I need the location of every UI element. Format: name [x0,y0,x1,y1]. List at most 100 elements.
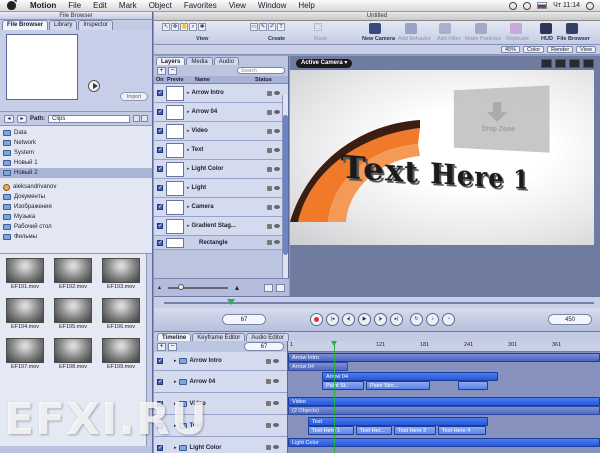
apple-icon[interactable] [7,0,17,10]
timeline-add-button[interactable]: + [157,342,166,351]
step-forward-button[interactable]: |▸ [374,313,387,326]
rectangle-tool-icon[interactable]: ▭ [250,23,258,31]
move-tool-icon[interactable]: ✥ [171,23,179,31]
layer-name[interactable]: ▸ Light [187,185,267,191]
mini-timeline[interactable] [154,296,600,308]
render-dropdown[interactable]: Render [547,46,574,53]
folder-item[interactable]: Музыка [0,212,152,222]
path-select[interactable]: Clips [48,114,130,123]
folder-item[interactable]: Новый 2 [0,168,152,178]
timeline-playhead[interactable] [331,341,337,453]
icon-view-button[interactable] [133,115,140,122]
visibility-icon[interactable] [273,379,279,383]
clip-thumbnail[interactable]: EF105.mov [54,298,92,332]
folder-item[interactable]: Документы [0,192,152,202]
track-bar-arrow-intro-sub[interactable]: Arrow 04 [288,362,348,371]
layer-row[interactable]: ▸Arrow 04 [154,103,288,122]
menu-help[interactable]: Help [292,0,320,12]
menu-clock[interactable]: Чт 11:14 [553,2,580,9]
clip-thumbnail[interactable]: EF107.mov [6,338,44,372]
folder-item[interactable]: Network [0,138,152,148]
paint-tool-icon[interactable]: ✐ [268,23,276,31]
menu-window[interactable]: Window [252,0,292,12]
tab-layers[interactable]: Layers [156,57,186,65]
disclosure-triangle-icon[interactable]: ▸ [174,358,177,364]
layer-enable-checkbox[interactable] [157,89,163,96]
lock-icon[interactable] [267,109,272,115]
clip-thumbnail[interactable]: EF104.mov [6,298,44,332]
visibility-icon[interactable] [274,109,280,114]
layer-name[interactable]: ▸ Light Color [187,166,267,172]
view-dropdown[interactable]: View [576,46,596,53]
layer-enable-checkbox[interactable] [157,165,163,172]
clip-thumbnail[interactable]: EF102.mov [54,258,92,292]
lock-icon[interactable] [267,147,272,153]
go-to-start-button[interactable]: |◂ [326,313,339,326]
layer-enable-checkbox[interactable] [157,222,163,229]
layer-enable-checkbox[interactable] [157,203,163,210]
spotlight-icon[interactable] [586,1,594,10]
layer-enable-checkbox[interactable] [157,108,163,115]
track-bar-text-2[interactable]: Text Her... [356,426,392,435]
timing-button[interactable]: ◔ [442,313,455,326]
zoom-tool-icon[interactable]: ⌕ [189,23,197,31]
track-bar-paint-1[interactable]: Paint St.. [322,381,364,390]
list-view-button[interactable] [141,115,148,122]
current-timecode[interactable]: 67 [222,314,266,325]
layer-row[interactable]: ▸Camera [154,198,288,217]
layers-option-button-1[interactable] [264,283,273,292]
layer-row[interactable]: ▸Text [154,141,288,160]
lock-icon[interactable] [267,223,272,229]
visibility-icon[interactable] [273,358,279,363]
layer-row[interactable]: Rectangle [154,236,288,250]
dolly-icon[interactable] [583,58,594,68]
lock-icon[interactable] [266,358,271,364]
tab-inspector[interactable]: Inspector [78,20,114,30]
clip-thumbnail[interactable]: EF101.mov [6,258,44,292]
bezier-tool-icon[interactable]: ✎ [259,23,267,31]
text-tool-icon[interactable]: T [277,23,285,31]
track-bar-text-1[interactable]: Text Here 1 [308,426,354,435]
lock-icon[interactable] [267,240,272,245]
disclosure-triangle-icon[interactable]: ▸ [187,204,190,210]
disclosure-triangle-icon[interactable]: ▸ [174,445,177,451]
file-browser-icon[interactable] [566,23,578,34]
hud-icon[interactable] [540,23,552,34]
channel-dropdown[interactable]: Color [522,46,545,53]
select-tool-icon[interactable]: ↖ [162,23,170,31]
folder-item[interactable]: Рабочий стол [0,222,152,232]
tab-audio-editor[interactable]: Audio Editor [246,333,289,341]
audio-button[interactable]: ♪ [426,313,439,326]
camera-tool-icon[interactable]: ✱ [198,23,206,31]
disclosure-triangle-icon[interactable]: ▸ [187,147,190,153]
track-bar-arrow-04[interactable]: Arrow 04 [322,372,498,381]
tab-media[interactable]: Media [186,57,213,65]
lock-icon[interactable] [267,185,272,191]
drop-zone[interactable]: Drop Zone [453,85,550,153]
back-arrow-icon[interactable]: ◂ [4,114,14,123]
layer-enable-checkbox[interactable] [157,146,163,153]
duration-timecode[interactable]: 450 [548,314,592,325]
timeline-enable-checkbox[interactable] [157,357,163,364]
clip-thumbnail[interactable]: EF106.mov [102,298,140,332]
visibility-icon[interactable] [274,223,280,228]
sync-icon[interactable] [509,1,518,10]
input-language-icon[interactable] [537,2,548,9]
tab-timeline[interactable]: Timeline [157,333,192,341]
disclosure-triangle-icon[interactable]: ▸ [187,128,190,134]
visibility-icon[interactable] [273,423,279,427]
layer-enable-checkbox[interactable] [157,184,163,191]
layer-row[interactable]: ▸Light [154,179,288,198]
remove-layer-button[interactable]: − [168,66,177,75]
play-button[interactable]: ▶ [358,313,371,326]
track-bar-text-4[interactable]: Text Here 4 [438,426,486,435]
folder-item[interactable]: Фильмы [0,232,152,242]
clip-thumbnail[interactable]: EF108.mov [54,338,92,372]
orbit-icon[interactable] [555,58,566,68]
lock-icon[interactable] [266,401,271,406]
visibility-icon[interactable] [273,401,279,405]
timeline-row[interactable]: ▸ Arrow 04 [154,371,287,393]
preview-play-button[interactable] [88,80,100,92]
layer-name[interactable]: ▸ Arrow 04 [187,109,267,115]
pan-view-icon[interactable] [569,58,580,68]
